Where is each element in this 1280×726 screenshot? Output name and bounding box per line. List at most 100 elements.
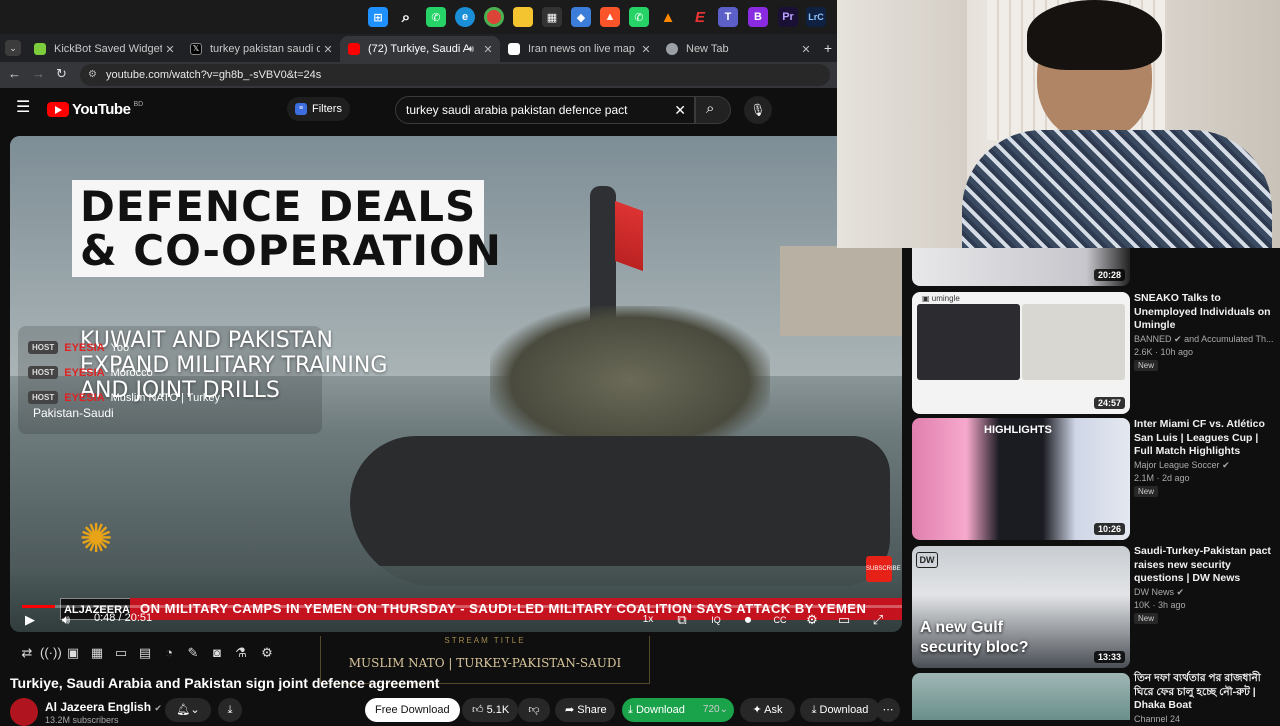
tab-youtube-active[interactable]: (72) Turkiye, Saudi Arabia a 🔊︎ ✕	[340, 36, 500, 62]
close-tab-icon[interactable]: ✕	[320, 43, 336, 56]
whatsapp-icon[interactable]: ✆	[426, 7, 446, 27]
search-icon[interactable]: ⌕	[396, 7, 416, 27]
e-app-icon[interactable]: E	[690, 7, 710, 27]
download-button[interactable]: ⤓ Download	[800, 698, 880, 722]
youtube-logo[interactable]: YouTube BD	[47, 100, 143, 118]
vlc-icon[interactable]: ▲	[658, 7, 678, 27]
lrc-icon[interactable]: LrC	[806, 7, 826, 27]
recommendation-title[interactable]: Inter Miami CF vs. Atlético San Luis | L…	[1134, 418, 1274, 459]
subscribe-watermark-button[interactable]: SUBSCRIBE	[866, 556, 901, 582]
speed-icon[interactable]: ◔	[160, 644, 178, 662]
download-green-button[interactable]: ⤓ Download 720⌄	[622, 698, 734, 722]
app-icon[interactable]: ◆	[571, 7, 591, 27]
notification-bell-button[interactable]: 🔔︎⌄	[165, 698, 211, 722]
recommendation-thumbnail[interactable]: 20:28	[912, 248, 1130, 286]
close-tab-icon[interactable]: ✕	[638, 43, 654, 56]
edit-icon[interactable]: ✎	[184, 644, 202, 662]
filters-button[interactable]: ≡ Filters	[287, 97, 350, 121]
close-tab-icon[interactable]: ✕	[480, 43, 496, 56]
edge-icon[interactable]: e	[455, 7, 475, 27]
store-icon[interactable]: ▦	[542, 7, 562, 27]
recommendation-thumbnail[interactable]	[912, 673, 1130, 720]
tab-iran-news[interactable]: Iran news on live map in Englis ✕	[500, 36, 658, 62]
tab-kickbot[interactable]: KickBot Saved Widgets ✕	[26, 36, 182, 62]
overlay-title-line-1: DEFENCE DEALS	[80, 182, 477, 231]
download-icon: ⤓	[628, 704, 633, 716]
brave-icon[interactable]: ▲	[600, 7, 620, 27]
quality-select[interactable]: 720⌄	[703, 698, 728, 722]
teams-icon[interactable]: T	[718, 7, 738, 27]
search-query-text: turkey saudi arabia pakistan defence pac…	[406, 103, 628, 117]
search-button[interactable]: ⌕	[695, 96, 731, 124]
extension-icon[interactable]: ⧉	[672, 610, 692, 630]
premiere-icon[interactable]: Pr	[778, 7, 798, 27]
recommendation-thumbnail[interactable]: ▣ umingle 24:57	[912, 292, 1130, 414]
tab-google-search[interactable]: 𝕏 turkey pakistan saudi defence p ✕	[182, 36, 340, 62]
verified-icon: ✔	[154, 703, 162, 713]
new-badge: New	[1134, 360, 1159, 371]
ask-button[interactable]: ✦ Ask	[740, 698, 795, 722]
grid-icon[interactable]: ▤	[136, 644, 154, 662]
playback-speed-button[interactable]: 1x	[638, 610, 658, 630]
close-tab-icon[interactable]: ✕	[162, 43, 178, 56]
clear-search-icon[interactable]: ✕	[674, 97, 686, 123]
theater-mode-icon[interactable]: ▭	[834, 610, 854, 630]
camera-icon[interactable]: ◙	[208, 644, 226, 662]
site-info-icon[interactable]: ⚙	[88, 64, 97, 86]
boat-hull	[350, 436, 890, 586]
iq-icon[interactable]: IQ	[706, 610, 726, 630]
loop-icon[interactable]: ⇄	[18, 644, 36, 662]
extension-toolbar: ⇄ ((·)) ▣ ▦ ▭ ▤ ◔ ✎ ◙ ⚗ ⚙	[10, 642, 310, 666]
soldiers-group	[490, 306, 770, 456]
chrome-icon[interactable]	[484, 7, 504, 27]
gear-icon[interactable]: ⚙	[258, 644, 276, 662]
recommendation-thumbnail[interactable]: HIGHLIGHTS 10:26	[912, 418, 1130, 540]
screen-icon[interactable]: ▭	[112, 644, 130, 662]
play-button[interactable]: ▶	[20, 610, 40, 630]
voice-search-button[interactable]: 🎙︎	[744, 96, 772, 124]
recommendation-title[interactable]: Saudi-Turkey-Pakistan pact raises new se…	[1134, 545, 1274, 586]
reload-icon[interactable]: ↻	[56, 66, 72, 84]
whatsapp-business-icon[interactable]: ✆	[629, 7, 649, 27]
file-explorer-icon[interactable]	[513, 7, 533, 27]
tab-new-tab[interactable]: New Tab ✕	[658, 36, 818, 62]
forward-icon[interactable]: →	[32, 66, 48, 84]
new-tab-button[interactable]: +	[820, 38, 836, 58]
recommendation-thumbnail[interactable]: DW A new Gulf security bloc? 13:33	[912, 546, 1130, 668]
download-green-label: Download	[635, 704, 685, 716]
autoplay-toggle[interactable]: ⏺︎	[736, 610, 760, 630]
download-arrow-button[interactable]: ⤓	[218, 698, 242, 722]
audio-playing-icon[interactable]: 🔊︎	[468, 44, 474, 55]
free-download-button[interactable]: Free Download	[365, 698, 460, 722]
tab-search-dropdown-button[interactable]: ⌄	[5, 40, 21, 56]
beeper-icon[interactable]: B	[748, 7, 768, 27]
recommendation-title[interactable]: SNEAKO Talks to Unemployed Individuals o…	[1134, 292, 1274, 333]
cinema-icon[interactable]: ▣	[64, 644, 82, 662]
volume-icon[interactable]: 🔊︎	[56, 610, 76, 630]
video-player[interactable]: DEFENCE DEALS & CO-OPERATION KUWAIT AND …	[10, 136, 902, 632]
fullscreen-icon[interactable]: ⤢	[868, 610, 888, 630]
more-actions-button[interactable]: ⋯	[876, 698, 900, 722]
channel-name[interactable]: Al Jazeera English ✔	[45, 700, 162, 714]
close-tab-icon[interactable]: ✕	[798, 43, 814, 56]
settings-icon[interactable]: ⚙	[802, 610, 822, 630]
windows-start-icon[interactable]: ⊞	[368, 7, 388, 27]
dislike-button[interactable]: 👎︎	[518, 698, 550, 722]
webcam-window-frame	[837, 0, 967, 248]
like-button[interactable]: 👍︎ 5.1K	[462, 698, 518, 722]
filters-icon: ≡	[295, 103, 307, 115]
download-label: Download	[819, 704, 869, 716]
captions-icon[interactable]: CC	[770, 610, 790, 630]
audio-icon[interactable]: ((·))	[40, 644, 62, 662]
back-icon[interactable]: ←	[8, 66, 24, 84]
channel-avatar[interactable]	[10, 698, 38, 726]
address-bar[interactable]: ⚙ youtube.com/watch?v=gh8b_-sVBV0&t=24s	[80, 64, 830, 86]
channel-name-text: Al Jazeera English	[45, 700, 152, 714]
overlay-title-line-2: & CO-OPERATION	[80, 226, 502, 275]
share-button[interactable]: ➦ Share	[555, 698, 615, 722]
recommendation-title[interactable]: তিন দফা ব্যর্থতার পর রাজধানী ঘিরে ফের চা…	[1134, 672, 1274, 713]
hamburger-menu-icon[interactable]: ☰	[16, 100, 34, 116]
calendar-icon[interactable]: ▦	[88, 644, 106, 662]
flask-icon[interactable]: ⚗	[232, 644, 250, 662]
search-input[interactable]: turkey saudi arabia pakistan defence pac…	[395, 96, 695, 124]
